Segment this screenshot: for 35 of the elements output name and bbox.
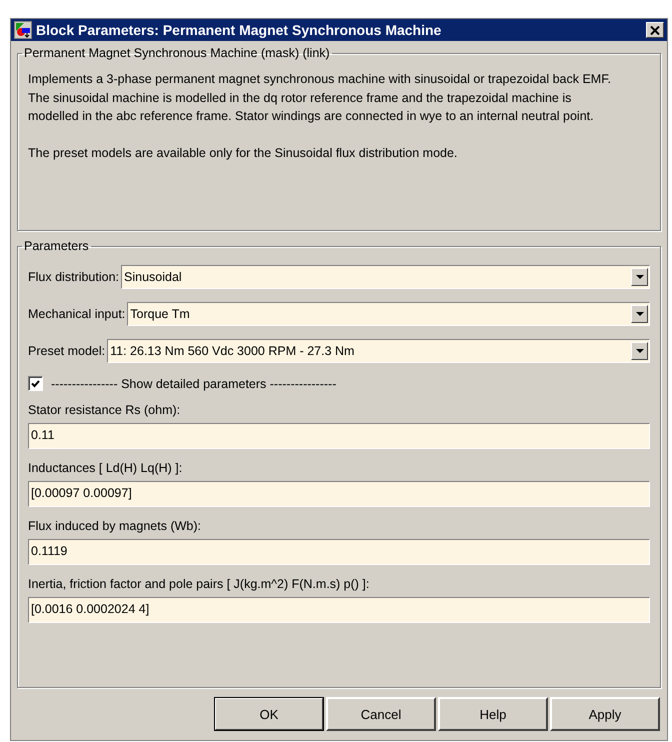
group-title: Parameters [23, 239, 90, 253]
caret-icon [636, 275, 644, 279]
field-label: Preset model: [28, 344, 106, 358]
description-text: Implements a 3-phase permanent magnet synchronous machine with sinusoidal or trapezoidal back EMF. The sinusoidal machine is modelled in the dq rotor reference frame and the trapezoidal machine is modelled in the abc reference frame. Stator windings are connected in wye to an internal neutral point. [28, 71, 612, 125]
dropdown[interactable]: Torque Tm [127, 302, 650, 326]
checkbox[interactable] [28, 376, 43, 391]
field-label: Flux induced by magnets (Wb): [28, 519, 201, 533]
dropdown[interactable]: 11: 26.13 Nm 560 Vdc 3000 RPM - 27.3 Nm [107, 339, 650, 363]
field-label: Flux distribution: [28, 270, 120, 284]
dialog-button[interactable]: Help [438, 697, 548, 731]
dialog-button[interactable]: Cancel [326, 697, 436, 731]
dropdown-arrow-button[interactable] [631, 342, 648, 360]
dropdown-arrow-button[interactable] [631, 305, 648, 323]
close-icon [650, 26, 660, 34]
block-icon [14, 21, 32, 39]
check-icon [31, 380, 40, 388]
caret-icon [636, 349, 644, 353]
input-field[interactable]: 0.11 [28, 423, 650, 449]
field-label: Inertia, friction factor and pole pairs [ J(kg.m^2) F(N.m.s) p() ]: [28, 577, 370, 591]
window-title: Block Parameters: Permanent Magnet Synchronous Machine [36, 22, 442, 38]
dialog-button[interactable]: Apply [550, 697, 660, 731]
dialog-button[interactable]: OK [214, 697, 324, 731]
checkbox-label: ---------------- Show detailed parameters ---------------- [51, 376, 336, 390]
input-field[interactable]: [0.00097 0.00097] [28, 481, 650, 507]
field-label: Mechanical input: [28, 307, 126, 321]
caret-icon [636, 312, 644, 316]
field-label: Inductances [ Ld(H) Lq(H) ]: [28, 461, 182, 475]
input-field[interactable]: [0.0016 0.0002024 4] [28, 597, 650, 623]
field-label: Stator resistance Rs (ohm): [28, 403, 180, 417]
close-button[interactable] [646, 22, 664, 38]
input-field[interactable]: 0.1119 [28, 539, 650, 565]
group-title: Permanent Magnet Synchronous Machine (mask) (link) [23, 46, 331, 60]
dropdown-arrow-button[interactable] [631, 268, 648, 286]
description-text: The preset models are available only for the Sinusoidal flux distribution mode. [28, 144, 458, 162]
dropdown[interactable]: Sinusoidal [121, 265, 650, 289]
